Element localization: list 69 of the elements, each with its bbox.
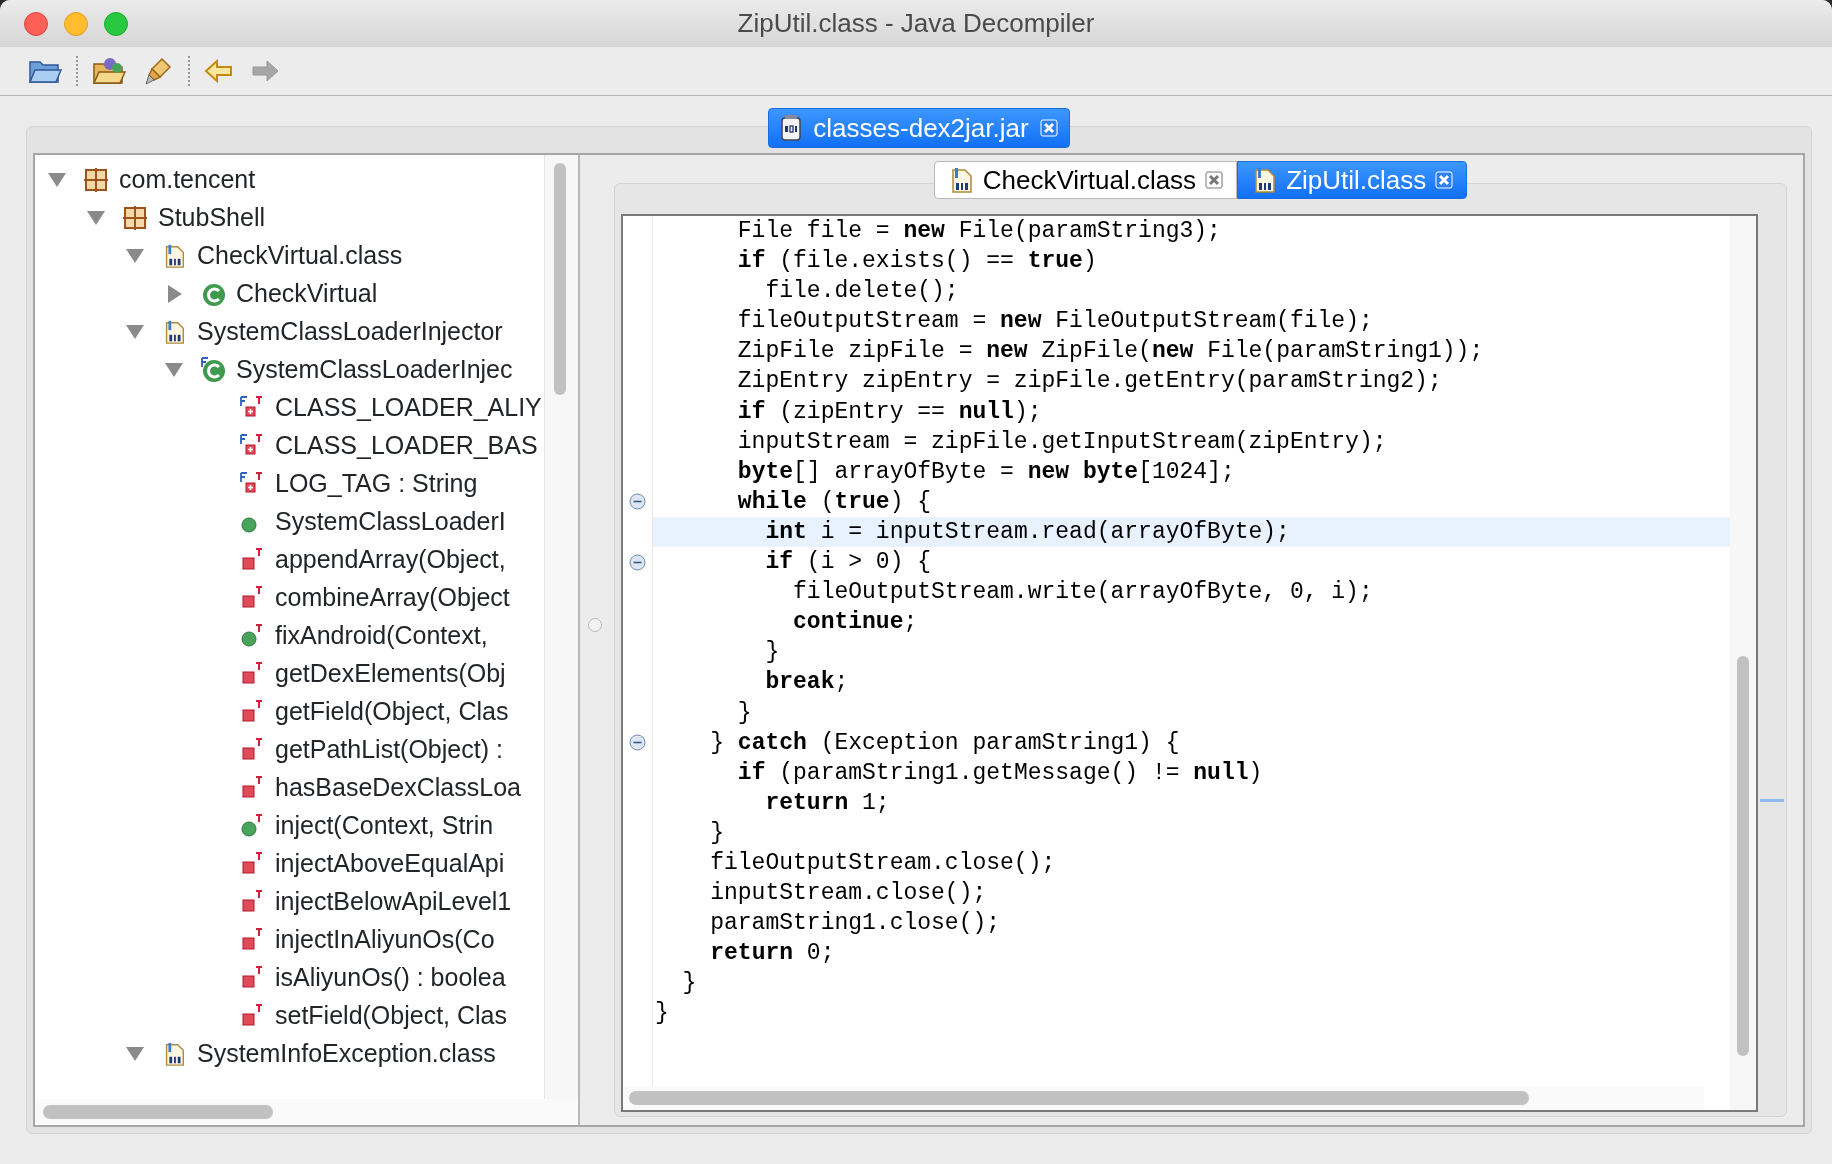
window-title: ZipUtil.class - Java Decompiler — [737, 7, 1095, 40]
code-line: return 1; — [764, 788, 891, 818]
vertical-scrollbar[interactable] — [1730, 216, 1756, 1110]
code-line: fileOutputStream = new FileOutputStream(file); — [736, 307, 1374, 337]
code-line: inputStream.close(); — [709, 879, 988, 909]
code-line: continue; — [792, 608, 919, 638]
code-line: fileOutputStream.close(); — [709, 848, 1057, 878]
fold-icon[interactable] — [629, 734, 646, 752]
code-line: if (zipEntry == null); — [736, 397, 1043, 427]
tree-item[interactable]: SystemClassLoaderInjector — [45, 313, 542, 351]
code-line: } catch (Exception paramString1) { — [709, 728, 1181, 758]
code-line: } — [654, 999, 670, 1029]
tree-item[interactable]: getField(Object, Clas — [45, 693, 542, 731]
close-button[interactable] — [24, 11, 48, 36]
tree-item[interactable]: CheckVirtual — [45, 275, 542, 313]
close-icon[interactable] — [1434, 170, 1455, 190]
package-icon — [122, 205, 148, 231]
tree-item[interactable]: injectAboveEqualApi — [45, 845, 542, 883]
tree-item[interactable]: getPathList(Object) : — [45, 731, 542, 769]
code-line: } — [736, 698, 753, 728]
code-line: break; — [764, 668, 850, 698]
close-icon[interactable] — [1204, 170, 1225, 190]
code-line: } — [764, 638, 781, 668]
code-line: if (i > 0) { — [764, 548, 933, 578]
tree-item[interactable]: combineArray(Object — [45, 579, 542, 617]
package-icon — [83, 167, 109, 193]
tree-item[interactable]: CLASS_LOADER_ALIY — [45, 389, 542, 427]
minimize-button[interactable] — [64, 11, 88, 36]
tree-item[interactable]: appendArray(Object, — [45, 541, 542, 579]
tree-item[interactable]: inject(Context, Strin — [45, 807, 542, 845]
file-tab[interactable]: classes-dex2jar.jar — [768, 108, 1070, 148]
jar-icon — [779, 114, 804, 142]
tree-item[interactable]: isAliyunOs() : boolea — [45, 959, 542, 997]
code-line: byte[] arrayOfByte = new byte[1024]; — [736, 457, 1236, 487]
code-line: ZipFile zipFile = new ZipFile(new File(paramString1)); — [736, 337, 1485, 367]
tree-item[interactable]: getDexElements(Obj — [45, 655, 542, 693]
tree-item[interactable]: LOG_TAG : String — [45, 465, 542, 503]
tree-item[interactable]: CheckVirtual.class — [45, 237, 542, 275]
code-line: if (paramString1.getMessage() != null) — [736, 758, 1264, 788]
code-line: File file = new File(paramString3); — [736, 217, 1222, 246]
horizontal-scrollbar[interactable] — [623, 1086, 1704, 1110]
code-line: file.delete(); — [764, 277, 960, 307]
code-line: paramString1.close(); — [709, 909, 1002, 939]
code-line: inputStream = zipFile.getInputStream(zipEntry); — [736, 427, 1388, 457]
splitter-handle[interactable] — [588, 618, 602, 632]
code-line: if (file.exists() == true) — [736, 247, 1098, 277]
editor-tab[interactable]: CheckVirtual.class — [933, 161, 1238, 199]
tree-item[interactable]: setField(Object, Clas — [45, 997, 542, 1035]
tree-item[interactable]: SystemClassLoaderInjec — [45, 351, 542, 389]
code-line: return 0; — [709, 939, 836, 969]
fold-icon[interactable] — [629, 553, 646, 571]
code-line: fileOutputStream.write(arrayOfByte, 0, i); — [792, 578, 1374, 608]
tree-item[interactable]: StubShell — [45, 199, 542, 237]
code-line: } — [681, 969, 698, 999]
close-icon[interactable] — [1038, 118, 1059, 138]
editor-tab[interactable]: ZipUtil.class — [1237, 161, 1468, 199]
tree-item[interactable]: com.tencent — [45, 161, 542, 199]
fold-icon[interactable] — [629, 493, 646, 511]
code-line: } — [709, 818, 725, 848]
tree-item[interactable]: CLASS_LOADER_BAS — [45, 427, 542, 465]
tree-item[interactable]: SystemClassLoaderI — [45, 503, 542, 541]
tree-item[interactable]: hasBaseDexClassLoa — [45, 769, 542, 807]
tree-item[interactable]: injectBelowApiLevel1 — [45, 883, 542, 921]
zoom-button[interactable] — [104, 11, 128, 36]
code-line: ZipEntry zipEntry = zipFile.getEntry(paramString2); — [736, 367, 1443, 397]
tree-item[interactable]: injectInAliyunOs(Co — [45, 921, 542, 959]
code-line: while (true) { — [736, 487, 933, 517]
tree-item[interactable]: fixAndroid(Context, — [45, 617, 542, 655]
tree-item[interactable]: SystemInfoException.class — [45, 1035, 542, 1073]
